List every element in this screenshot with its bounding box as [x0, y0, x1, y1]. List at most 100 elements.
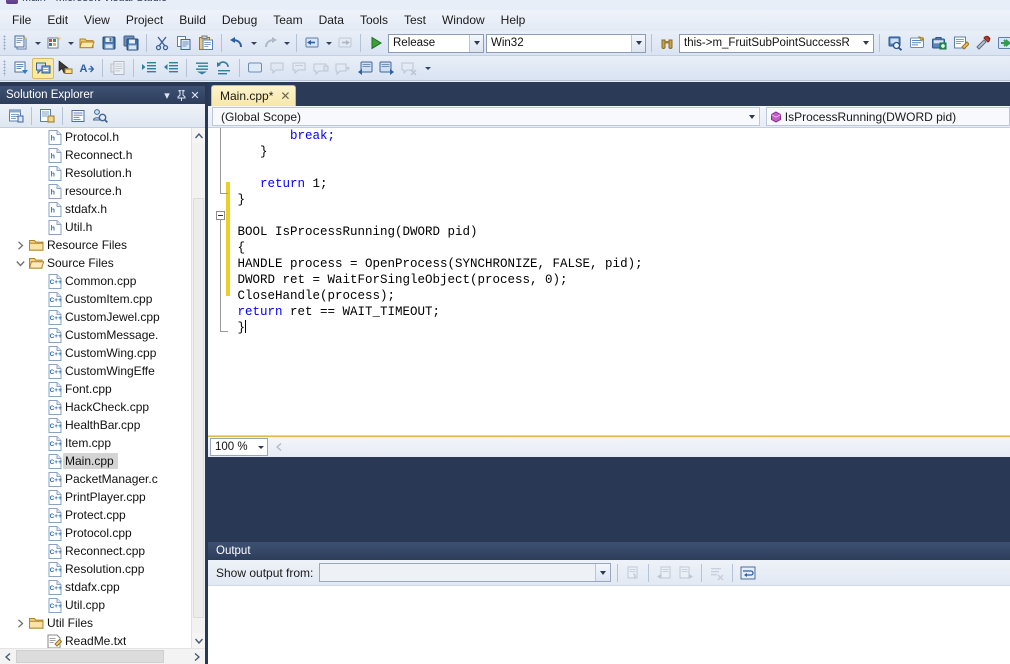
- tree-item-reconnect-h[interactable]: h Reconnect.h: [0, 146, 191, 164]
- menu-item-window[interactable]: Window: [434, 10, 493, 31]
- class-view-button[interactable]: [89, 105, 111, 126]
- collapse-region-button[interactable]: [216, 211, 225, 220]
- tree-item-font-cpp[interactable]: C++ Font.cpp: [0, 380, 191, 398]
- uncomment-selection-button[interactable]: [213, 58, 235, 79]
- tree-item-hackcheck-cpp[interactable]: C++ HackCheck.cpp: [0, 398, 191, 416]
- tree-item-resolution-cpp[interactable]: C++ Resolution.cpp: [0, 560, 191, 578]
- save-all-button[interactable]: [120, 33, 142, 54]
- menu-item-edit[interactable]: Edit: [39, 10, 76, 31]
- solution-tree-vertical-scrollbar[interactable]: [191, 128, 205, 648]
- go-to-previous-message-button[interactable]: [653, 562, 675, 583]
- chevron-down-icon[interactable]: [254, 439, 267, 455]
- tree-item-resource-files[interactable]: Resource Files: [0, 236, 191, 254]
- tree-item-healthbar-cpp[interactable]: C++ HealthBar.cpp: [0, 416, 191, 434]
- navigate-forward-button[interactable]: [334, 33, 356, 54]
- tree-item-stdafx-h[interactable]: h stdafx.h: [0, 200, 191, 218]
- toolbox-button[interactable]: [928, 33, 950, 54]
- tree-item-stdafx-cpp[interactable]: C++ stdafx.cpp: [0, 578, 191, 596]
- tree-item-util-cpp[interactable]: C++ Util.cpp: [0, 596, 191, 614]
- chevron-right-icon[interactable]: [12, 236, 28, 254]
- tree-item-customwing-cpp[interactable]: C++ CustomWing.cpp: [0, 344, 191, 362]
- undo-button[interactable]: [226, 33, 248, 54]
- navigate-backward-dropdown[interactable]: [323, 33, 334, 54]
- tree-item-printplayer-cpp[interactable]: C++ PrintPlayer.cpp: [0, 488, 191, 506]
- tree-item-customjewel-cpp[interactable]: C++ CustomJewel.cpp: [0, 308, 191, 326]
- scroll-up-arrow[interactable]: [192, 128, 205, 143]
- display-members-button[interactable]: [10, 58, 32, 79]
- tree-item-customitem-cpp[interactable]: C++ CustomItem.cpp: [0, 290, 191, 308]
- member-combo[interactable]: IsProcessRunning(DWORD pid): [765, 107, 1010, 126]
- menu-item-test[interactable]: Test: [396, 10, 434, 31]
- zoom-level-combo[interactable]: 100 %: [210, 438, 268, 456]
- tree-item-reconnect-cpp[interactable]: C++ Reconnect.cpp: [0, 542, 191, 560]
- code-editor[interactable]: break; } return 1; } BOOL IsProcessRunni…: [208, 128, 1010, 436]
- scroll-right-arrow[interactable]: [189, 649, 205, 664]
- toggle-word-wrap-button[interactable]: [737, 562, 759, 583]
- close-icon[interactable]: ✕: [279, 89, 291, 103]
- move-prev-bookmark-button[interactable]: [354, 58, 376, 79]
- tree-item-custommessage[interactable]: C++ CustomMessage.: [0, 326, 191, 344]
- next-bookmark-button[interactable]: [288, 58, 310, 79]
- find-in-files-button[interactable]: [884, 33, 906, 54]
- menu-item-debug[interactable]: Debug: [214, 10, 265, 31]
- redo-dropdown[interactable]: [281, 33, 292, 54]
- clear-bookmarks-button[interactable]: [398, 58, 420, 79]
- show-all-files-button[interactable]: [36, 105, 58, 126]
- add-new-item-button[interactable]: [43, 33, 65, 54]
- cut-button[interactable]: [151, 33, 173, 54]
- menu-item-project[interactable]: Project: [118, 10, 171, 31]
- tree-item-resolution-h[interactable]: h Resolution.h: [0, 164, 191, 182]
- output-text-area[interactable]: [208, 586, 1010, 664]
- chevron-down-icon[interactable]: [12, 254, 28, 272]
- move-next-bookmark-button[interactable]: [376, 58, 398, 79]
- chevron-down-icon[interactable]: [631, 34, 645, 52]
- menu-item-help[interactable]: Help: [493, 10, 534, 31]
- tree-item-common-cpp[interactable]: C++ Common.cpp: [0, 272, 191, 290]
- publish-button[interactable]: [994, 33, 1010, 54]
- new-project-dropdown[interactable]: [32, 33, 43, 54]
- auto-hide-pin-button[interactable]: [174, 87, 188, 103]
- tree-item-customwingeffe[interactable]: C++ CustomWingEffe: [0, 362, 191, 380]
- view-code-button[interactable]: [67, 105, 89, 126]
- increase-indent-button[interactable]: [138, 58, 160, 79]
- tree-item-resource-h[interactable]: h resource.h: [0, 182, 191, 200]
- find-combo[interactable]: this->m_FruitSubPointSuccessR: [679, 33, 874, 53]
- code-text[interactable]: break; } return 1; } BOOL IsProcessRunni…: [230, 128, 1010, 435]
- chevron-down-icon[interactable]: [859, 35, 873, 52]
- scroll-thumb[interactable]: [193, 198, 204, 618]
- horizontal-scroll-left-arrow[interactable]: [272, 439, 286, 455]
- copy-button[interactable]: [173, 33, 195, 54]
- parameter-info-button[interactable]: [54, 58, 76, 79]
- save-button[interactable]: [98, 33, 120, 54]
- menu-item-tools[interactable]: Tools: [352, 10, 396, 31]
- previous-bookmark-button[interactable]: [266, 58, 288, 79]
- properties-button[interactable]: [5, 105, 27, 126]
- scroll-thumb-horizontal[interactable]: [16, 650, 164, 663]
- new-list-button[interactable]: [906, 33, 928, 54]
- menu-item-view[interactable]: View: [76, 10, 118, 31]
- chevron-right-icon[interactable]: [12, 614, 28, 632]
- new-project-button[interactable]: [10, 33, 32, 54]
- clear-all-button[interactable]: [706, 562, 728, 583]
- paste-button[interactable]: [195, 33, 217, 54]
- tree-item-main-cpp[interactable]: C++ Main.cpp: [0, 452, 191, 470]
- find-message-button[interactable]: [622, 562, 644, 583]
- toolbar-grip[interactable]: [3, 35, 6, 51]
- show-output-from-combo[interactable]: [319, 563, 612, 582]
- menu-item-team[interactable]: Team: [265, 10, 310, 31]
- toolbar-grip[interactable]: [3, 60, 6, 76]
- tree-item-readme-txt[interactable]: ReadMe.txt: [0, 632, 191, 648]
- next-bookmark-folder-button[interactable]: [332, 58, 354, 79]
- add-new-item-dropdown[interactable]: [65, 33, 76, 54]
- solution-tree[interactable]: h Protocol.h h Reconnect.h h Resolution.h h res…: [0, 128, 205, 648]
- open-file-button[interactable]: [76, 33, 98, 54]
- close-window-button[interactable]: ✕: [188, 87, 202, 103]
- chevron-down-icon[interactable]: [595, 564, 611, 581]
- complete-word-button[interactable]: A: [76, 58, 98, 79]
- menu-item-build[interactable]: Build: [171, 10, 214, 31]
- properties-window-button[interactable]: [950, 33, 972, 54]
- tree-item-protocol-cpp[interactable]: C++ Protocol.cpp: [0, 524, 191, 542]
- scroll-left-arrow[interactable]: [0, 649, 16, 664]
- tree-item-util-files[interactable]: Util Files: [0, 614, 191, 632]
- toggle-outlining-button[interactable]: [107, 58, 129, 79]
